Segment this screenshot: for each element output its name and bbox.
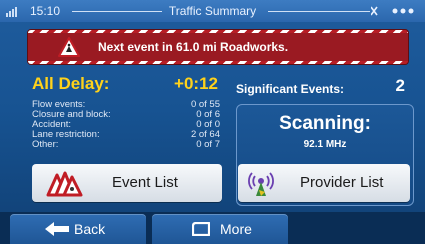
all-delay-label: All Delay:	[32, 74, 110, 93]
more-button[interactable]: More	[152, 214, 288, 244]
provider-list-label: Provider List	[300, 174, 384, 191]
hazard-stripe-bottom	[28, 61, 408, 64]
more-label: More	[220, 221, 252, 237]
significant-events-label: Significant Events:	[236, 82, 345, 96]
scanning-frequency: 92.1 MHz	[303, 139, 347, 150]
stat-row-lane-restriction: Lane restriction: 2 of 64	[32, 130, 220, 140]
roadworks-warning-icon	[58, 37, 80, 57]
radio-antenna-icon	[246, 168, 276, 198]
menu-dots-icon[interactable]	[370, 4, 419, 21]
hazard-stripe-top	[28, 30, 408, 33]
scanning-title: Scanning:	[279, 113, 371, 134]
next-event-banner[interactable]: Next event in 61.0 mi Roadworks.	[28, 30, 408, 64]
all-delay-value: +0:12	[174, 74, 218, 93]
next-event-text: Next event in 61.0 mi Roadworks.	[98, 40, 289, 54]
event-stats-list: Flow events: 0 of 55 Closure and block: …	[32, 100, 220, 150]
stat-label: Other:	[32, 139, 59, 150]
warning-signs-icon	[40, 169, 84, 197]
stat-row-other: Other: 0 of 7	[32, 140, 220, 150]
arrow-left-icon	[44, 221, 70, 240]
stat-value: 0 of 7	[196, 139, 220, 150]
status-divider-right	[268, 11, 370, 12]
event-list-label: Event List	[112, 174, 178, 191]
status-bar: 15:10 Traffic Summary	[0, 0, 425, 22]
significant-events-count: 2	[395, 76, 405, 95]
back-button[interactable]: Back	[10, 214, 146, 244]
rounded-square-icon	[191, 221, 211, 239]
provider-list-button[interactable]: Provider List	[238, 164, 410, 202]
back-label: Back	[74, 221, 106, 237]
event-list-button[interactable]: Event List	[32, 164, 222, 202]
traffic-summary-screen: 15:10 Traffic Summary Next event in 61.0…	[0, 0, 425, 244]
